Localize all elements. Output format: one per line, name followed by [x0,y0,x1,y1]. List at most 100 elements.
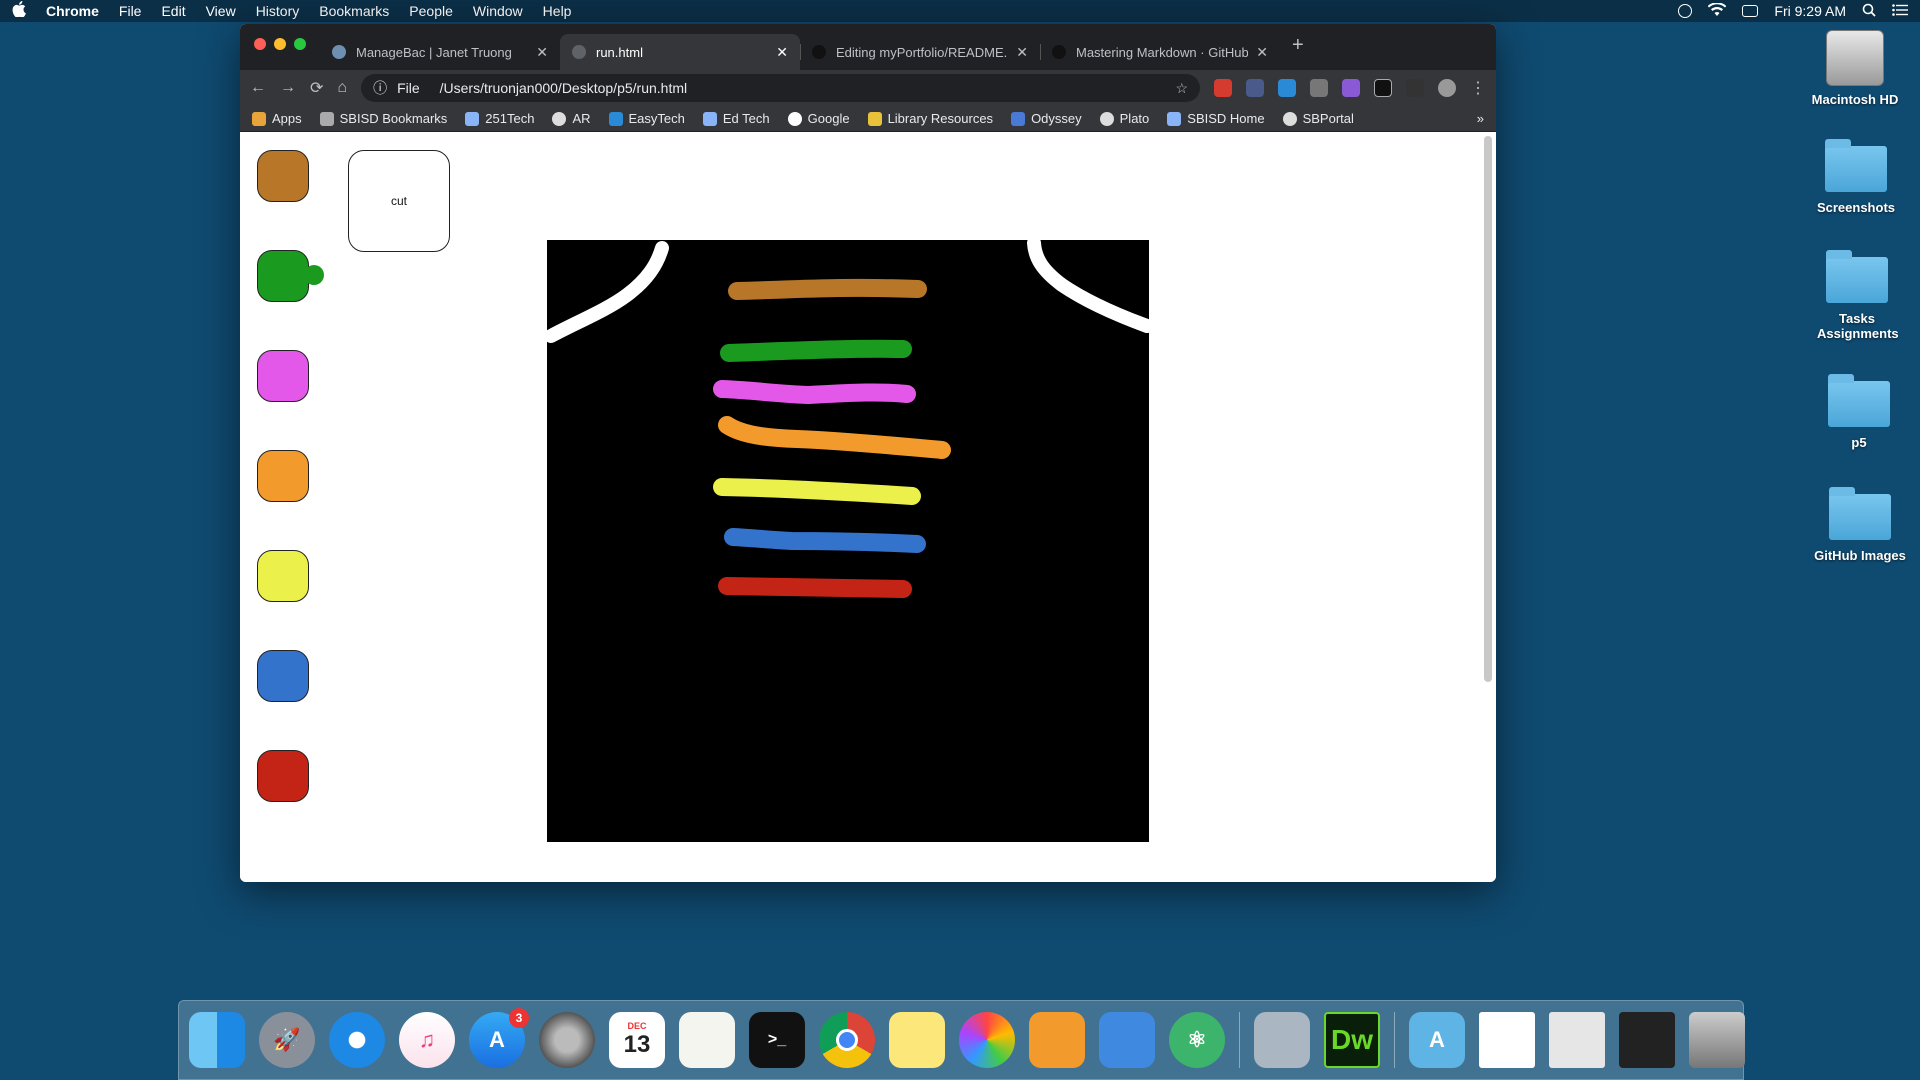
tab-editing-readme[interactable]: Editing myPortfolio/README.m ✕ [800,34,1040,70]
info-icon[interactable]: ⓘ [373,78,387,98]
bookmarks-overflow-button[interactable]: » [1477,111,1484,126]
tab-run-html[interactable]: run.html ✕ [560,34,800,70]
apple-menu-icon[interactable] [12,1,26,21]
dock-preview-icon[interactable] [1254,1012,1310,1068]
dock-applications-folder-icon[interactable]: A [1409,1012,1465,1068]
dock-safari-icon[interactable] [329,1012,385,1068]
dock-notes-icon[interactable] [889,1012,945,1068]
close-window-button[interactable] [254,38,266,50]
adblock-extension-icon[interactable] [1214,79,1232,97]
dock-itunes-icon[interactable]: ♫ [399,1012,455,1068]
play-extension-icon[interactable] [1374,79,1392,97]
bookmark-sbisd-bookmarks[interactable]: SBISD Bookmarks [319,111,447,126]
airplay-icon[interactable] [1742,5,1759,17]
desktop-icon-p5[interactable]: p5 [1799,374,1919,450]
bookmark-sbportal[interactable]: SBPortal [1282,111,1354,126]
bookmark-251tech[interactable]: 251Tech [465,111,534,126]
shield-extension-icon[interactable] [1246,79,1264,97]
menu-edit[interactable]: Edit [161,3,185,19]
minimize-window-button[interactable] [274,38,286,50]
menu-view[interactable]: View [206,3,236,19]
dock-photos-icon[interactable] [959,1012,1015,1068]
bookmark-odyssey[interactable]: Odyssey [1011,111,1082,126]
menu-app-name[interactable]: Chrome [46,3,99,19]
dock-app-store-icon[interactable]: A3 [469,1008,529,1068]
paint-stroke-brown [728,278,927,300]
profile-avatar[interactable] [1438,79,1456,97]
reload-icon[interactable]: ⟳ [310,78,323,98]
bookmark-google[interactable]: Google [787,111,850,126]
tab-close-icon[interactable]: ✕ [776,44,788,61]
color-swatch-magenta[interactable] [257,350,309,402]
dock-document-icon[interactable] [1479,1012,1535,1068]
page-scrollbar[interactable] [1484,136,1492,682]
qr-extension-icon[interactable] [1406,79,1424,97]
dock-calendar-icon[interactable]: DEC 13 [609,1012,665,1068]
dock-dreamweaver-icon[interactable]: Dw [1324,1012,1380,1068]
menu-history[interactable]: History [256,3,300,19]
dock-atom-icon[interactable]: ⚛ [1169,1012,1225,1068]
puzzle-extension-icon[interactable] [1342,79,1360,97]
address-bar[interactable]: ⓘ File /Users/truonjan000/Desktop/p5/run… [361,74,1200,102]
dock-finder-icon[interactable] [189,1012,245,1068]
menu-people[interactable]: People [409,3,453,19]
color-swatch-brown[interactable] [257,150,309,202]
bookmark-plato[interactable]: Plato [1099,111,1149,126]
color-swatch-red[interactable] [257,750,309,802]
bookmark-label: 251Tech [485,111,535,126]
dock-keynote-icon[interactable] [1099,1012,1155,1068]
desktop-icon-github-images[interactable]: GitHub Images [1800,487,1920,563]
menu-bookmarks[interactable]: Bookmarks [319,3,389,19]
tab-close-icon[interactable]: ✕ [1016,44,1028,61]
dock-pages-icon[interactable] [1029,1012,1085,1068]
home-icon[interactable]: ⌂ [337,79,347,97]
bookmark-sbisd-home[interactable]: SBISD Home [1167,111,1265,126]
menu-help[interactable]: Help [543,3,572,19]
bookmark-apps[interactable]: Apps [252,111,302,126]
menu-window[interactable]: Window [473,3,523,19]
back-icon[interactable]: ← [250,79,266,97]
tab-mastering-markdown[interactable]: Mastering Markdown · GitHub ✕ [1040,34,1280,70]
bookmark-ar[interactable]: AR [552,111,591,126]
folder-icon [1826,250,1888,303]
color-swatch-blue[interactable] [257,650,309,702]
desktop-icon-tasks-assignments[interactable]: Tasks Assignments [1797,250,1917,341]
new-tab-button[interactable]: + [1280,34,1316,70]
spotlight-icon[interactable] [1862,3,1876,20]
tab-managebac[interactable]: ManageBac | Janet Truong ✕ [320,34,560,70]
dock-terminal-icon[interactable]: >_ [749,1012,805,1068]
forward-icon[interactable]: → [280,79,296,97]
creative-cloud-icon[interactable] [1678,4,1693,18]
bookmark-label: Apps [272,111,302,126]
menu-clock[interactable]: Fri 9:29 AM [1774,3,1846,19]
shield-blue-extension-icon[interactable] [1278,79,1296,97]
drawing-canvas[interactable] [544,236,1154,842]
dock-trash-icon[interactable] [1689,1012,1745,1068]
dock-minimized-window-icon[interactable] [1619,1012,1675,1068]
color-swatch-green[interactable] [257,250,309,302]
color-swatch-yellow[interactable] [257,550,309,602]
chrome-menu-icon[interactable]: ⋮ [1470,78,1486,98]
grammarly-extension-icon[interactable] [1310,79,1328,97]
bookmark-star-icon[interactable]: ☆ [1175,80,1188,97]
address-url[interactable]: /Users/truonjan000/Desktop/p5/run.html [440,80,687,96]
bookmark-ed-tech[interactable]: Ed Tech [702,111,770,126]
dock-chrome-icon[interactable] [819,1012,875,1068]
dock-launchpad-icon[interactable]: 🚀 [259,1012,315,1068]
dock-system-preferences-icon[interactable] [539,1012,595,1068]
desktop-icon-macintosh-hd[interactable]: Macintosh HD [1795,30,1915,107]
dock-downloads-icon[interactable] [1549,1012,1605,1068]
cut-button[interactable]: cut [348,150,450,252]
desktop-icon-screenshots[interactable]: Screenshots [1796,139,1916,215]
tab-close-icon[interactable]: ✕ [536,44,548,61]
dock-textedit-icon[interactable] [679,1012,735,1068]
bookmark-library-resources[interactable]: Library Resources [867,111,993,126]
color-swatch-orange[interactable] [257,450,309,502]
wifi-icon[interactable] [1708,1,1727,20]
drawing-canvas-svg[interactable] [544,236,1154,842]
tab-close-icon[interactable]: ✕ [1256,44,1268,61]
zoom-window-button[interactable] [294,38,306,50]
bookmark-easytech[interactable]: EasyTech [608,111,685,126]
notification-center-icon[interactable] [1892,3,1908,19]
menu-file[interactable]: File [119,3,142,19]
